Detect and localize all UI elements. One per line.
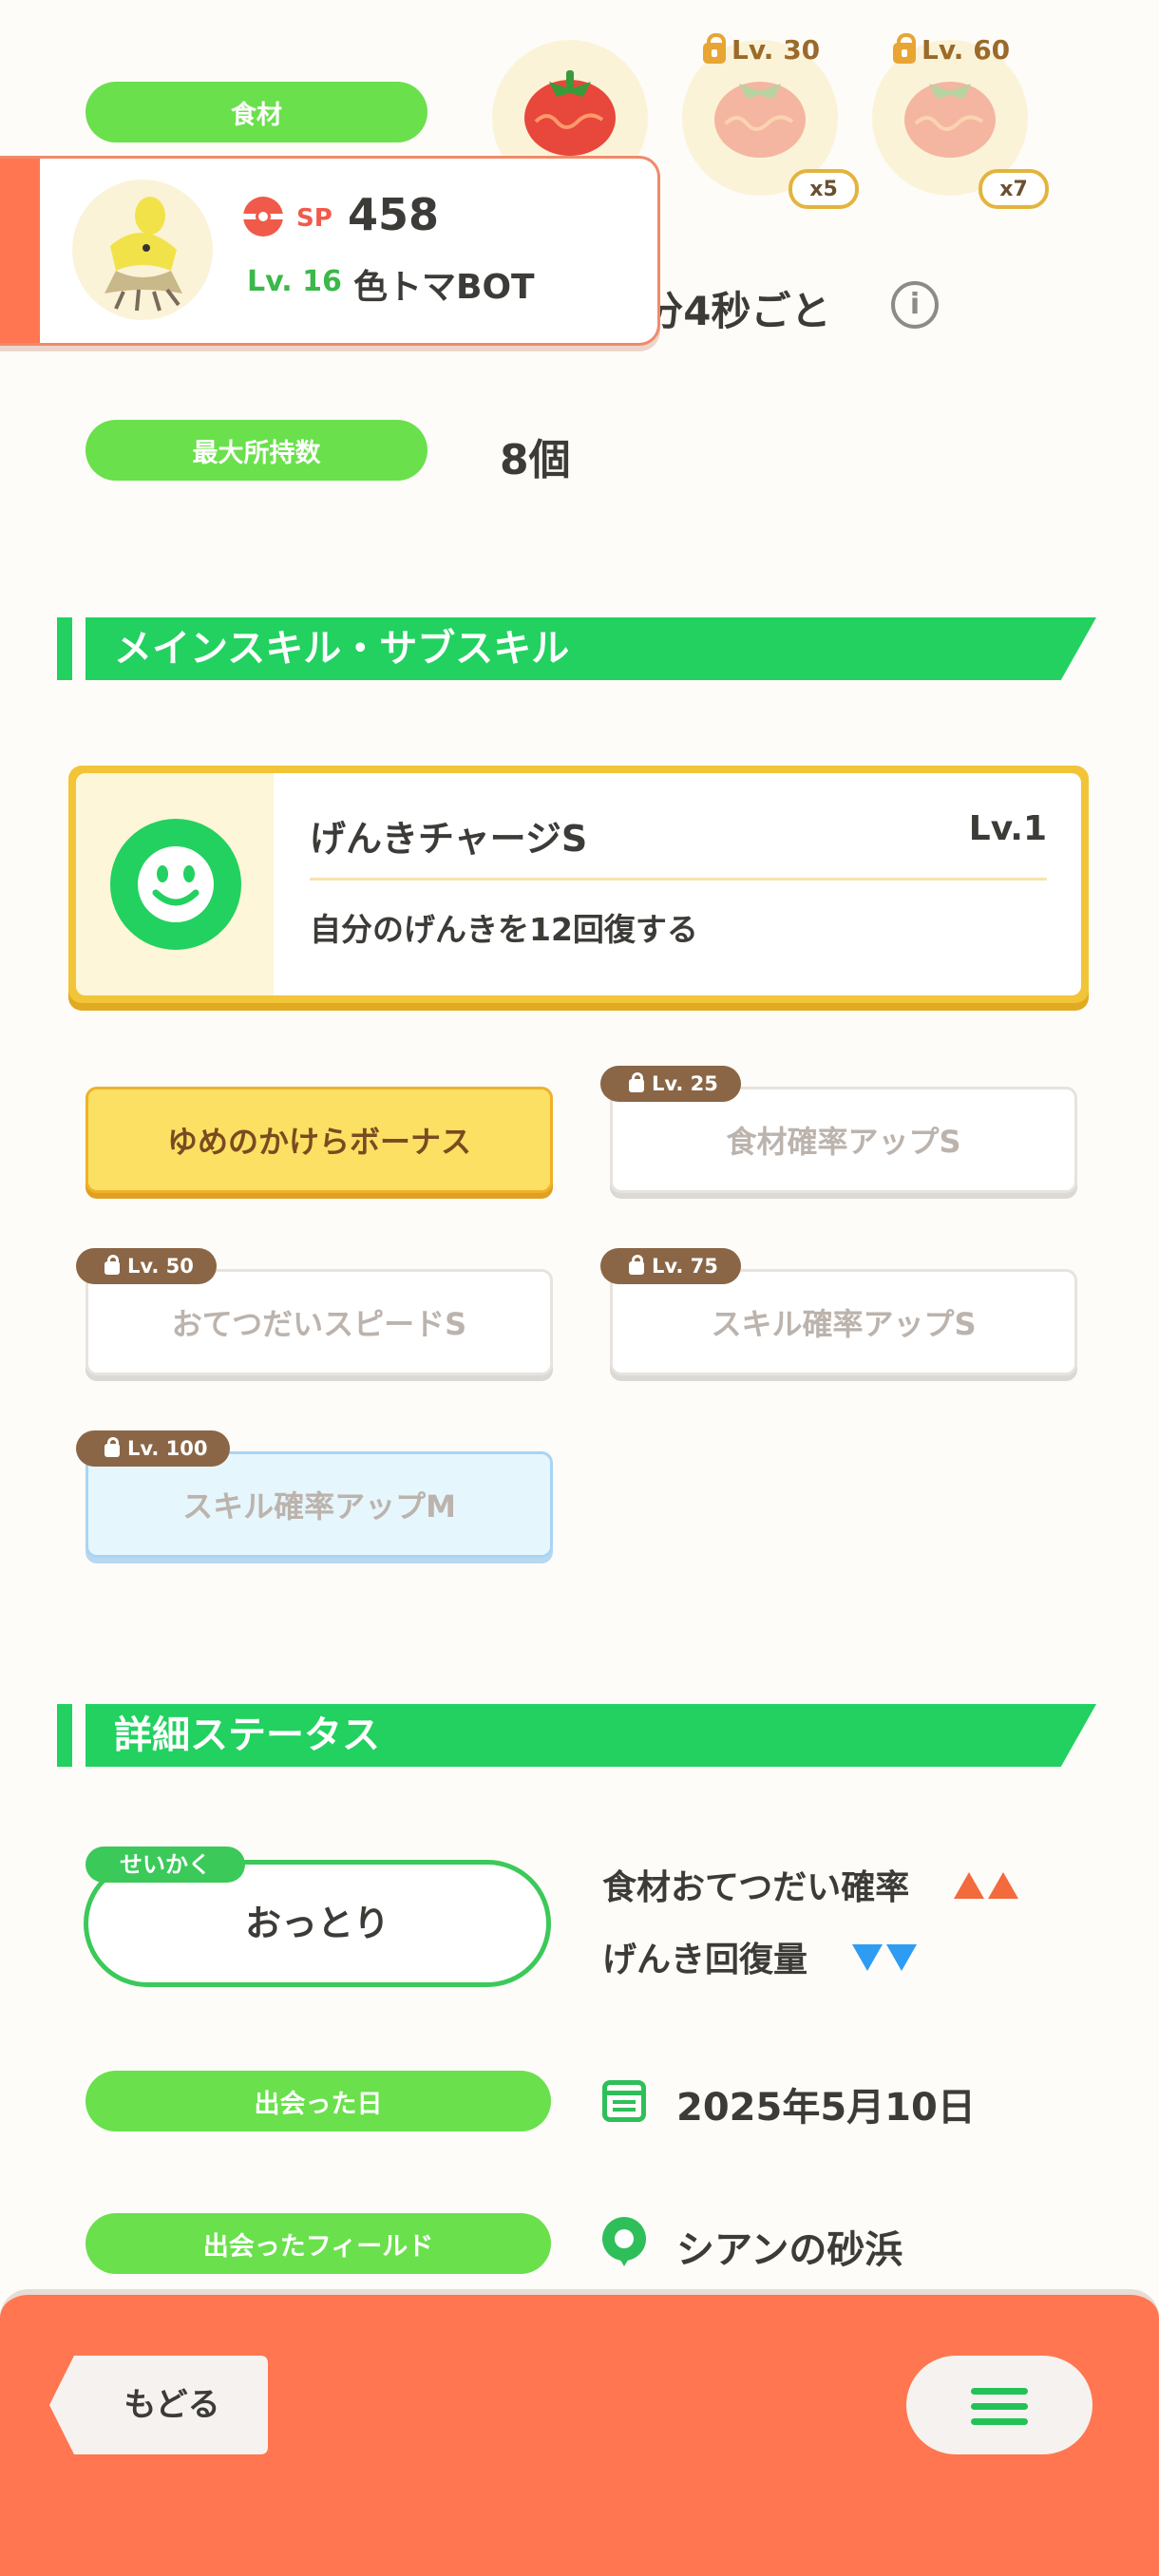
- details-section-header: 詳細ステータス: [57, 1704, 1096, 1767]
- arrow-up-icon: [987, 1872, 1018, 1899]
- sp-label: SP: [296, 204, 332, 233]
- ingredient-quantity: x7: [978, 169, 1049, 209]
- pokemon-card[interactable]: SP 458 Lv. 16 色トマBOT: [0, 156, 660, 346]
- calendar-icon: [602, 2080, 646, 2122]
- main-skill-name: げんきチャージS: [310, 818, 588, 860]
- hamburger-menu-icon: [971, 2388, 1028, 2426]
- main-skill-level: Lv.1: [968, 809, 1047, 848]
- back-button[interactable]: もどる: [49, 2356, 268, 2454]
- smile-icon: [110, 819, 241, 950]
- met-field-label: 出会ったフィールド: [86, 2213, 551, 2274]
- met-date-value: 2025年5月10日: [676, 2086, 976, 2130]
- main-skill-card[interactable]: げんきチャージS Lv.1 自分のげんきを12回復する: [68, 766, 1089, 1003]
- sub-skill-lock-tag: Lv. 50: [76, 1248, 217, 1284]
- sub-skill-1[interactable]: ゆめのかけらボーナス: [86, 1087, 553, 1193]
- arrow-up-icon: [953, 1872, 984, 1899]
- pokemon-avatar: [72, 180, 213, 320]
- main-skill-description: 自分のげんきを12回復する: [310, 911, 698, 948]
- lock-icon: [104, 1437, 120, 1457]
- back-button-label: もどる: [124, 2386, 220, 2424]
- sub-skill-lock-tag: Lv. 100: [76, 1430, 231, 1467]
- lock-icon: [104, 1255, 120, 1275]
- lock-icon: [629, 1255, 644, 1275]
- sp-value: 458: [348, 189, 440, 240]
- arrow-down-icon: [851, 1944, 883, 1971]
- nature-tag: せいかく: [86, 1847, 245, 1883]
- info-icon[interactable]: i: [891, 281, 939, 329]
- met-date-label: 出会った日: [86, 2071, 551, 2131]
- skills-section-header: メインスキル・サブスキル: [57, 617, 1096, 680]
- footer-bar: もどる: [0, 2289, 1159, 2576]
- ingredient-quantity: x5: [788, 169, 859, 209]
- pokemon-level: Lv. 16: [247, 265, 342, 298]
- ingredient-label: 食材: [86, 82, 428, 142]
- tomato-icon: [714, 82, 806, 158]
- sub-skill-5[interactable]: スキル確率アップM: [86, 1451, 553, 1558]
- location-pin-icon: [602, 2217, 646, 2266]
- slot-level: Lv. 30: [732, 34, 821, 66]
- slot-level: Lv. 60: [922, 34, 1011, 66]
- section-title: メインスキル・サブスキル: [114, 627, 570, 671]
- pokemon-nickname: 色トマBOT: [353, 268, 535, 307]
- lock-icon: [703, 32, 726, 64]
- section-title: 詳細ステータス: [114, 1714, 380, 1757]
- sub-skill-2[interactable]: 食材確率アップS: [610, 1087, 1077, 1193]
- lock-icon: [893, 32, 916, 64]
- sub-skill-lock-tag: Lv. 75: [600, 1248, 741, 1284]
- nature-effect-down: げんき回復量: [602, 1932, 921, 1981]
- sub-skill-4[interactable]: スキル確率アップS: [610, 1269, 1077, 1375]
- max-carry-label: 最大所持数: [86, 420, 428, 481]
- menu-button[interactable]: [906, 2356, 1092, 2454]
- pokeball-icon: [243, 197, 283, 237]
- arrow-down-icon: [885, 1944, 917, 1971]
- max-carry-value: 8個: [500, 436, 571, 484]
- lock-icon: [629, 1072, 644, 1092]
- sub-skill-3[interactable]: おてつだいスピードS: [86, 1269, 553, 1375]
- met-field-value: シアンの砂浜: [676, 2228, 903, 2272]
- nature-effect-up: 食材おてつだい確率: [602, 1860, 1022, 1909]
- tomato-icon: [904, 82, 996, 158]
- tomato-icon: [524, 70, 616, 156]
- sub-skill-lock-tag: Lv. 25: [600, 1066, 741, 1102]
